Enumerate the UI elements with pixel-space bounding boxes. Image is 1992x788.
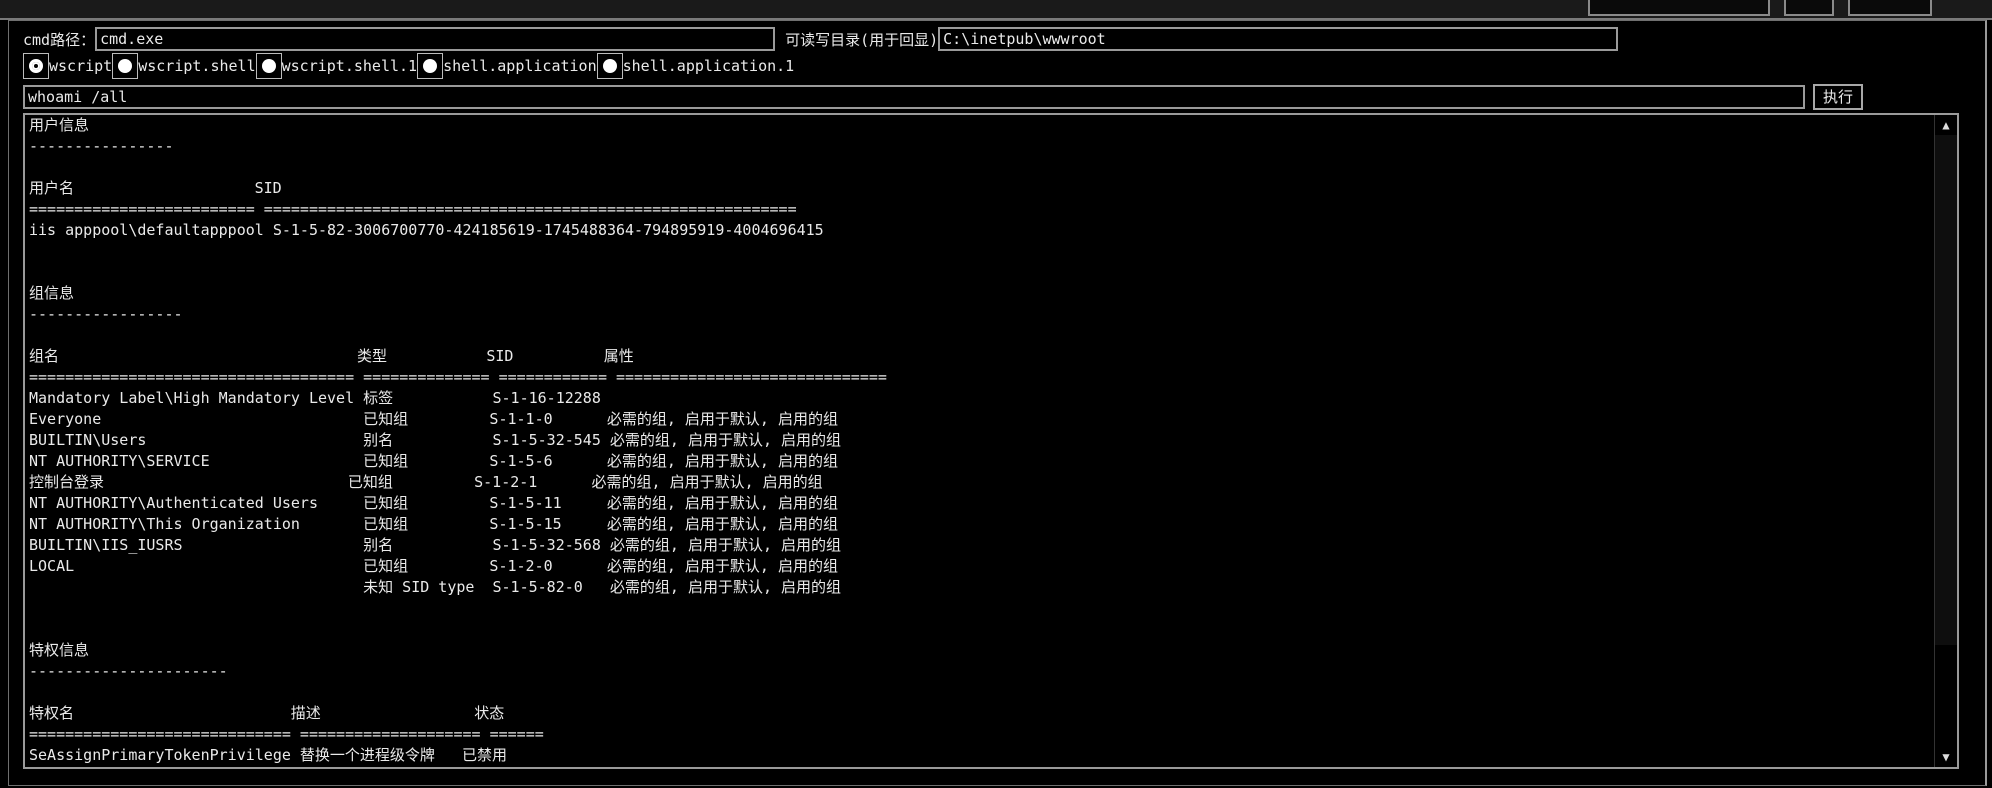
command-input[interactable]: whoami /all: [23, 85, 1805, 109]
scroll-down-icon[interactable]: ▼: [1935, 747, 1957, 767]
output-scrollbar[interactable]: ▲ ▼: [1934, 115, 1957, 767]
radio-label-shell-application-1: shell.application.1: [622, 57, 795, 75]
radio-wscript-shell[interactable]: [112, 53, 139, 79]
radio-shell-application-1[interactable]: [596, 53, 623, 79]
radio-label-wscript-shell: wscript.shell: [138, 57, 256, 75]
writable-dir-label: 可读写目录(用于回显): [785, 30, 939, 49]
top-strip: [0, 0, 1992, 20]
radio-label-wscript: wscript: [49, 57, 113, 75]
execute-button[interactable]: 执行: [1813, 84, 1864, 110]
radio-dot-icon: [602, 59, 617, 73]
method-radio-group: wscript wscript.shell wscript.shell.1 sh…: [23, 53, 794, 79]
cmd-path-input[interactable]: cmd.exe: [95, 27, 776, 51]
radio-dot-icon: [261, 59, 276, 73]
radio-label-shell-application: shell.application: [443, 57, 597, 75]
cmd-path-label: cmd路径：: [23, 30, 96, 49]
scroll-up-icon[interactable]: ▲: [1935, 115, 1957, 135]
top-control-3[interactable]: [1848, 0, 1932, 16]
top-control-1[interactable]: [1588, 0, 1770, 16]
radio-dot-icon: [423, 59, 438, 73]
path-row: cmd路径： cmd.exe 可读写目录(用于回显) C:\inetpub\ww…: [23, 27, 1619, 51]
radio-label-wscript-shell-1: wscript.shell.1: [281, 57, 418, 75]
radio-shell-application[interactable]: [417, 53, 444, 79]
radio-wscript[interactable]: [23, 53, 49, 79]
shell-panel: cmd路径： cmd.exe 可读写目录(用于回显) C:\inetpub\ww…: [8, 20, 1987, 786]
top-control-2[interactable]: [1784, 0, 1834, 16]
output-area[interactable]: 用户信息 ---------------- 用户名 SID ==========…: [23, 113, 1959, 769]
scroll-thumb[interactable]: [1935, 135, 1957, 645]
writable-dir-input[interactable]: C:\inetpub\wwwroot: [938, 27, 1619, 51]
radio-wscript-shell-1[interactable]: [255, 53, 282, 79]
output-text: 用户信息 ---------------- 用户名 SID ==========…: [29, 116, 887, 764]
radio-dot-icon: [29, 59, 43, 73]
command-row: whoami /all 执行: [23, 84, 1864, 110]
radio-dot-icon: [118, 59, 133, 73]
